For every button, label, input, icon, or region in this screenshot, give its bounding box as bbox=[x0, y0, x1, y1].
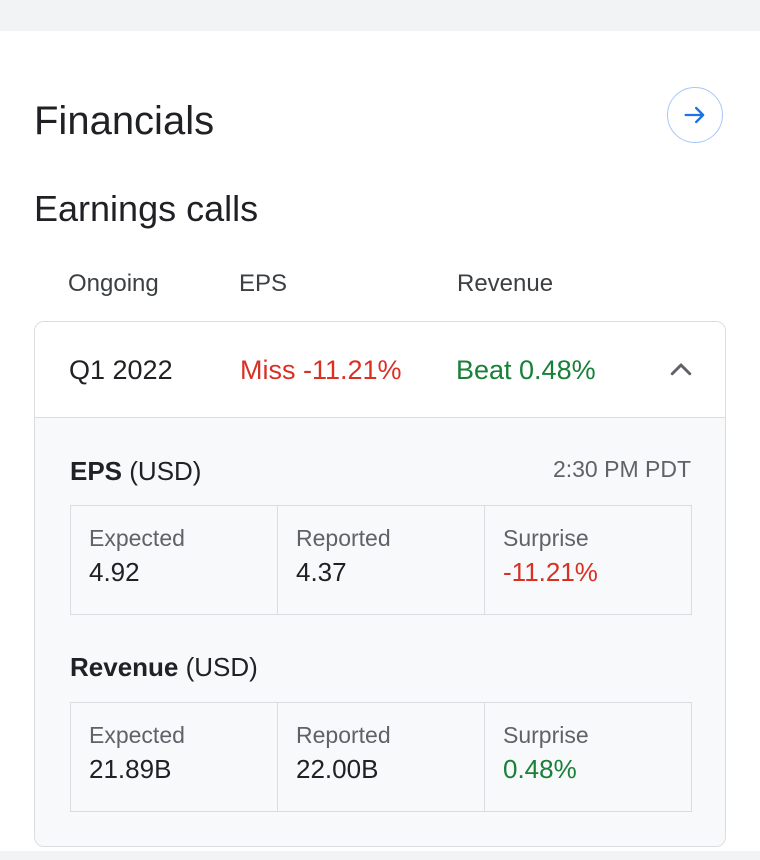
eps-grid: Expected 4.92 Reported 4.37 Surprise -11… bbox=[70, 505, 692, 615]
revenue-title: Revenue (USD) bbox=[70, 651, 258, 683]
revenue-unit: (USD) bbox=[178, 652, 258, 682]
quarter-details: EPS (USD) 2:30 PM PDT Expected 4.92 Repo… bbox=[35, 418, 725, 846]
card-title: Financials bbox=[34, 99, 215, 143]
quarter-row[interactable]: Q1 2022 Miss -11.21% Beat 0.48% bbox=[35, 322, 725, 418]
column-header-revenue: Revenue bbox=[457, 270, 554, 297]
revenue-grid: Expected 21.89B Reported 22.00B Surprise… bbox=[70, 702, 692, 812]
arrow-right-icon bbox=[684, 106, 705, 124]
financials-card: Financials Earnings calls Ongoing EPS Re… bbox=[0, 31, 760, 851]
revenue-surprise-value: 0.48% bbox=[503, 754, 577, 784]
revenue-expected-value: 21.89B bbox=[89, 754, 172, 784]
column-header-eps: EPS bbox=[239, 270, 288, 297]
collapse-button[interactable] bbox=[663, 352, 699, 388]
revenue-title-bold: Revenue bbox=[70, 652, 179, 682]
eps-surprise-value: -11.21% bbox=[503, 557, 598, 587]
call-time: 2:30 PM PDT bbox=[552, 456, 691, 482]
eps-expected-value: 4.92 bbox=[89, 557, 140, 587]
revenue-result: Beat 0.48% bbox=[456, 355, 596, 385]
revenue-expected-cell: Expected 21.89B bbox=[71, 703, 278, 811]
column-header-period: Ongoing bbox=[68, 270, 159, 297]
eps-surprise-label: Surprise bbox=[503, 525, 589, 551]
eps-title: EPS (USD) bbox=[70, 455, 201, 487]
eps-expected-label: Expected bbox=[89, 525, 185, 551]
eps-surprise-cell: Surprise -11.21% bbox=[485, 506, 691, 614]
eps-unit: (USD) bbox=[122, 456, 202, 486]
eps-reported-value: 4.37 bbox=[296, 557, 347, 587]
section-title: Earnings calls bbox=[34, 188, 259, 229]
revenue-reported-value: 22.00B bbox=[296, 754, 379, 784]
revenue-expected-label: Expected bbox=[89, 722, 185, 748]
eps-result: Miss -11.21% bbox=[240, 355, 402, 385]
revenue-reported-label: Reported bbox=[296, 722, 391, 748]
eps-reported-cell: Reported 4.37 bbox=[278, 506, 485, 614]
revenue-surprise-cell: Surprise 0.48% bbox=[485, 703, 691, 811]
eps-reported-label: Reported bbox=[296, 525, 391, 551]
eps-title-bold: EPS bbox=[70, 456, 123, 486]
eps-expected-cell: Expected 4.92 bbox=[71, 506, 278, 614]
earnings-call-panel: Q1 2022 Miss -11.21% Beat 0.48% EPS (USD… bbox=[34, 321, 726, 847]
open-financials-button[interactable] bbox=[667, 87, 723, 143]
chevron-up-icon bbox=[670, 363, 692, 376]
revenue-surprise-label: Surprise bbox=[503, 722, 589, 748]
revenue-reported-cell: Reported 22.00B bbox=[278, 703, 485, 811]
quarter-label: Q1 2022 bbox=[69, 355, 173, 385]
